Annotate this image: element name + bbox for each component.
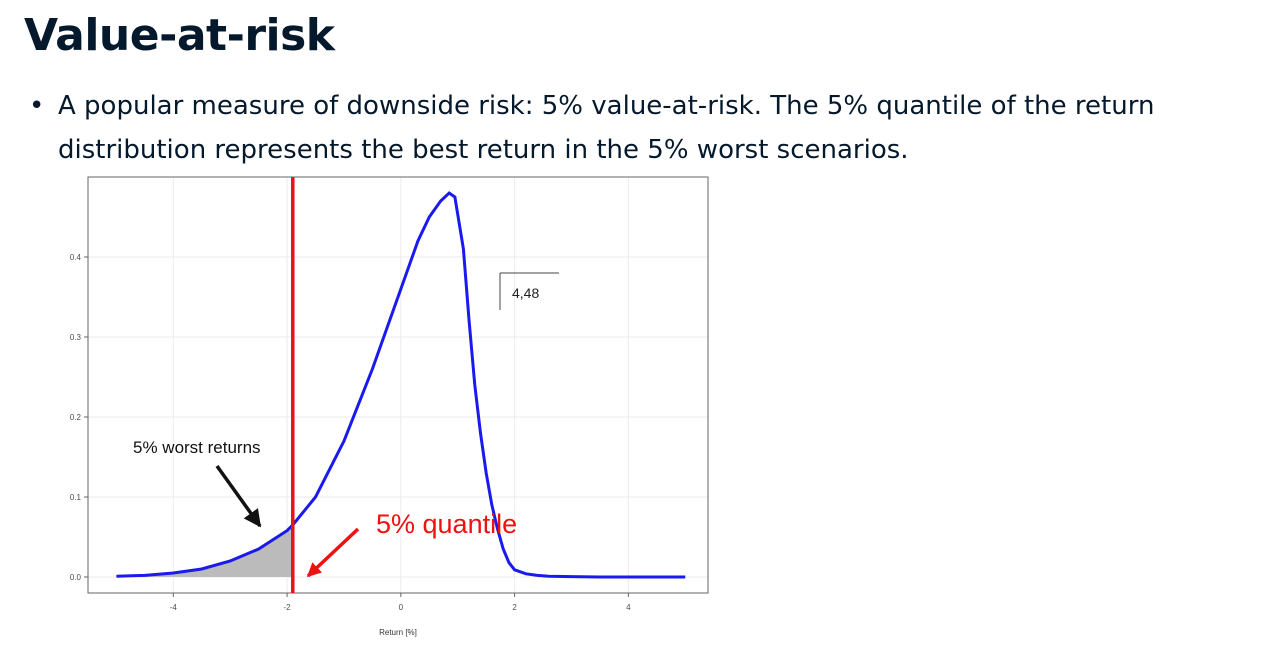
worst-returns-label: 5% worst returns — [133, 438, 261, 457]
x-tick-label: 4 — [626, 603, 631, 612]
quantile-arrow — [306, 527, 360, 578]
y-tick-label: 0.3 — [70, 333, 82, 342]
value-annotation-text: 4,48 — [512, 285, 539, 301]
y-tick-label: 0.1 — [70, 493, 82, 502]
y-tick-label: 0.4 — [70, 253, 82, 262]
value-annotation-box: 4,48 — [499, 272, 559, 310]
bullet-dot-icon: • — [29, 91, 45, 121]
worst-returns-arrow — [215, 464, 262, 528]
x-axis-title: Return [%] — [379, 628, 417, 637]
x-tick-label: 2 — [512, 603, 517, 612]
bullet-list: • A popular measure of downside risk: 5%… — [28, 84, 1258, 172]
ticks-layer: -4 -2 0 2 4 0.0 0.1 0.2 0.3 0.4 — [70, 253, 631, 612]
y-tick-label: 0.0 — [70, 573, 82, 582]
quantile-label: 5% quantile — [376, 509, 517, 539]
bullet-text: A popular measure of downside risk: 5% v… — [58, 91, 1155, 165]
var-density-chart: -4 -2 0 2 4 0.0 0.1 0.2 0.3 0.4 Return [%] 5% wor… — [40, 170, 720, 648]
x-tick-label: 0 — [399, 603, 404, 612]
x-tick-label: -4 — [170, 603, 178, 612]
x-tick-label: -2 — [284, 603, 292, 612]
chart-svg: -4 -2 0 2 4 0.0 0.1 0.2 0.3 0.4 Return [%] 5% wor… — [70, 176, 709, 637]
y-tick-label: 0.2 — [70, 413, 82, 422]
slide-title: Value-at-risk — [24, 10, 335, 61]
bullet-item: • A popular measure of downside risk: 5%… — [28, 84, 1258, 172]
